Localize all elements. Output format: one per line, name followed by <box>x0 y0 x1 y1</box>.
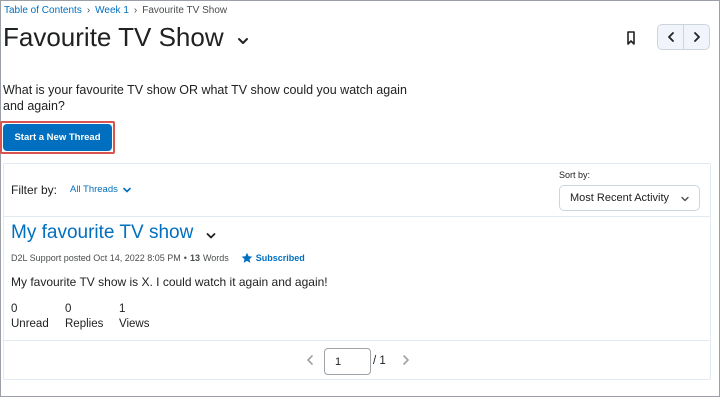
sort-select[interactable]: Most Recent Activity <box>559 185 700 211</box>
sort-label: Sort by: <box>559 170 591 180</box>
previous-topic-button[interactable] <box>658 25 683 49</box>
page-number-input[interactable] <box>324 348 371 375</box>
page-title: Favourite TV Show <box>3 22 224 52</box>
stat-unread: 0 Unread <box>11 303 65 330</box>
stat-replies: 0 Replies <box>65 303 119 330</box>
next-topic-button[interactable] <box>683 25 709 49</box>
thread-author-posted: D2L Support posted Oct 14, 2022 8:05 PM <box>11 253 181 263</box>
thread-stats: 0 Unread 0 Replies 1 Views <box>11 303 179 330</box>
topic-navigation <box>657 24 710 50</box>
breadcrumb-table-of-contents[interactable]: Table of Contents <box>4 5 82 16</box>
breadcrumb-week-1[interactable]: Week 1 <box>95 5 129 16</box>
thread-title-row: My favourite TV show <box>11 222 217 244</box>
subscribed-label: Subscribed <box>255 253 305 263</box>
title-row: Favourite TV Show <box>3 22 250 53</box>
start-new-thread-button[interactable]: Start a New Thread <box>3 124 112 151</box>
chevron-down-icon[interactable] <box>236 34 250 48</box>
breadcrumb-current: Favourite TV Show <box>142 5 228 16</box>
thread-meta: D2L Support posted Oct 14, 2022 8:05 PM … <box>11 252 305 264</box>
breadcrumb: Table of Contents › Week 1 › Favourite T… <box>4 5 227 16</box>
breadcrumb-separator: › <box>133 5 138 16</box>
subscribed-status[interactable]: Subscribed <box>241 252 305 264</box>
filter-value: All Threads <box>70 184 118 195</box>
filter-dropdown[interactable]: All Threads <box>70 184 132 195</box>
word-count: 13 <box>189 253 200 263</box>
sort-value: Most Recent Activity <box>570 192 670 204</box>
pagination: / 1 <box>4 340 710 381</box>
stat-value: 0 <box>11 303 18 315</box>
word-label: Words <box>202 253 229 263</box>
bookmark-icon[interactable] <box>624 30 638 46</box>
stat-value: 1 <box>119 303 126 315</box>
stat-label: Views <box>119 318 150 330</box>
chevron-down-icon <box>681 196 689 202</box>
thread-body: My favourite TV show is X. I could watch… <box>11 275 328 289</box>
star-icon <box>241 252 253 263</box>
threads-panel: Filter by: All Threads Sort by: Most Rec… <box>3 163 711 380</box>
meta-dot: • <box>183 253 187 263</box>
stat-views: 1 Views <box>119 303 179 330</box>
stat-value: 0 <box>65 303 72 315</box>
filter-label: Filter by: <box>11 183 58 197</box>
chevron-left-icon[interactable] <box>304 354 316 366</box>
chevron-down-icon[interactable] <box>205 230 217 242</box>
stat-label: Replies <box>65 318 104 330</box>
topic-description: What is your favourite TV show OR what T… <box>3 83 407 113</box>
chevron-down-icon <box>123 187 131 192</box>
filter-bar: Filter by: All Threads Sort by: Most Rec… <box>4 164 710 217</box>
stat-label: Unread <box>11 318 49 330</box>
chevron-right-icon[interactable] <box>400 354 412 366</box>
thread-title-link[interactable]: My favourite TV show <box>11 222 193 244</box>
chevron-right-icon <box>693 32 700 42</box>
breadcrumb-separator: › <box>86 5 91 16</box>
chevron-left-icon <box>667 32 674 42</box>
page-total: / 1 <box>373 355 386 367</box>
